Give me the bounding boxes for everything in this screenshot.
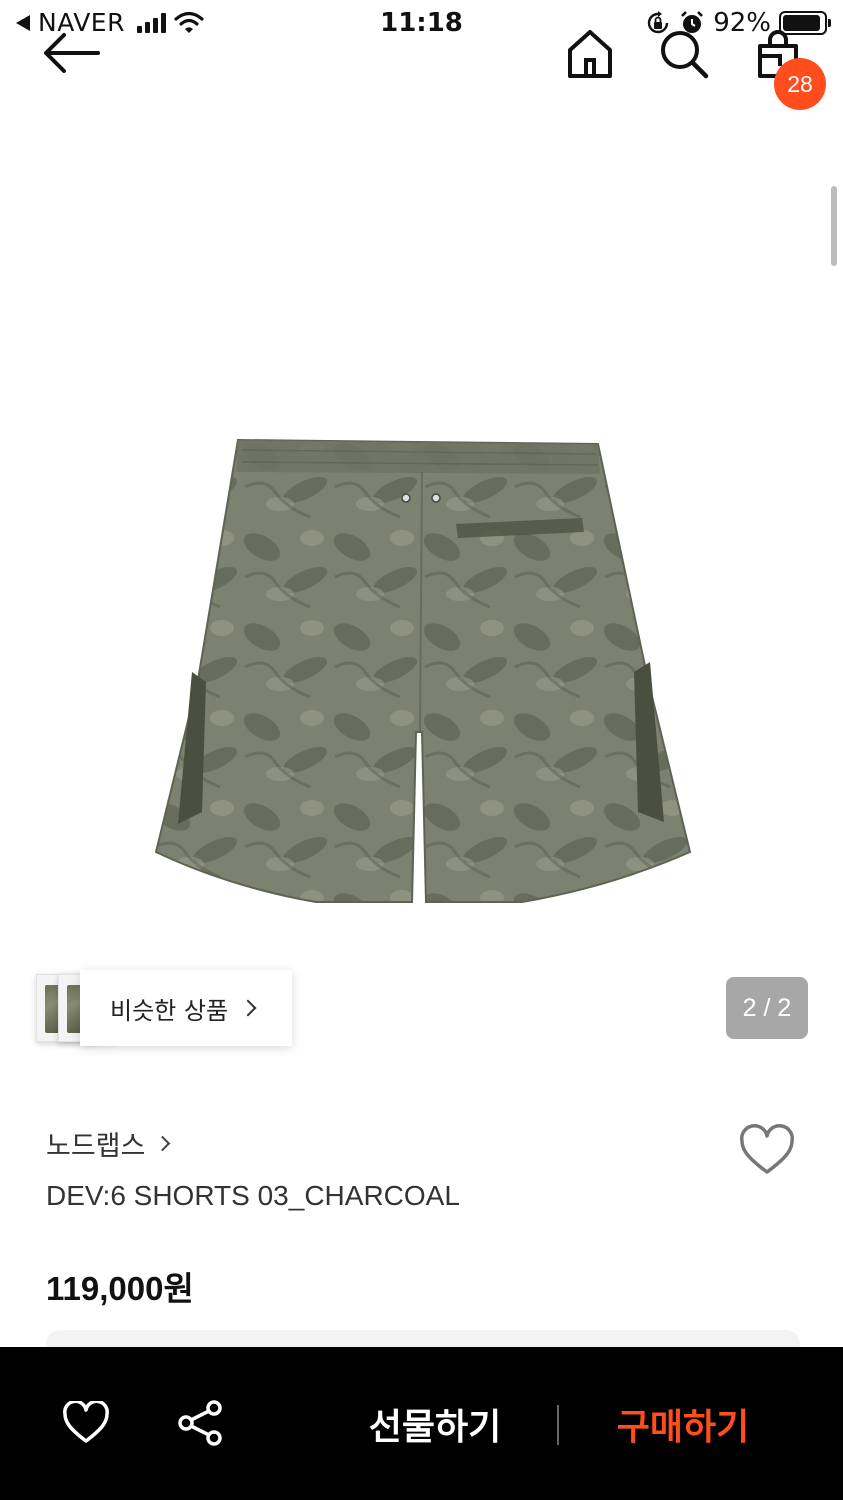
scroll-indicator[interactable] bbox=[831, 186, 837, 266]
cart-count-badge[interactable]: 28 bbox=[774, 58, 826, 110]
bottom-action-bar: 선물하기 구매하기 bbox=[0, 1347, 843, 1500]
similar-products-label: 비슷한 상품 bbox=[110, 996, 229, 1025]
buy-button[interactable]: 구매하기 bbox=[578, 1391, 788, 1457]
similar-products-button[interactable]: 비슷한 상품 bbox=[80, 970, 292, 1046]
brand-name: 노드랩스 bbox=[46, 1131, 146, 1162]
similar-products[interactable]: 비슷한 상품 bbox=[36, 970, 292, 1046]
heart-icon[interactable] bbox=[62, 1401, 110, 1445]
home-icon[interactable] bbox=[562, 26, 618, 82]
divider bbox=[557, 1405, 559, 1445]
back-arrow-icon[interactable] bbox=[40, 28, 104, 78]
image-page-counter: 2 / 2 bbox=[726, 977, 808, 1039]
product-name: DEV:6 SHORTS 03_CHARCOAL bbox=[46, 1180, 460, 1211]
top-nav bbox=[0, 60, 843, 170]
status-bar: NAVER 11:18 92% bbox=[0, 0, 843, 48]
chevron-right-icon bbox=[155, 1135, 171, 1152]
search-icon[interactable] bbox=[656, 26, 712, 82]
brand-link[interactable]: 노드랩스 bbox=[46, 1124, 171, 1163]
wishlist-heart-icon[interactable] bbox=[738, 1124, 796, 1178]
gift-button[interactable]: 선물하기 bbox=[330, 1391, 540, 1457]
share-icon[interactable] bbox=[176, 1399, 226, 1447]
chevron-right-icon bbox=[239, 999, 257, 1017]
product-price: 119,000원 bbox=[46, 1270, 194, 1307]
product-image[interactable] bbox=[150, 432, 696, 906]
